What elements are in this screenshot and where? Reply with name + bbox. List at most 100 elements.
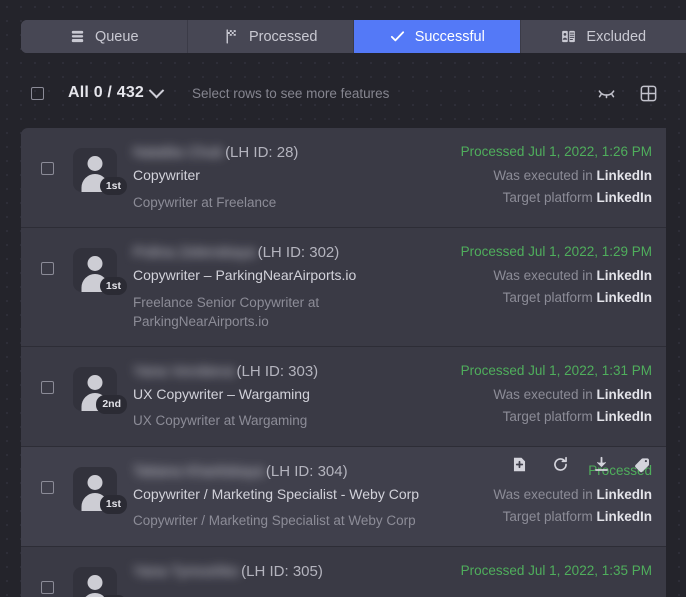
- target-platform-label: Target platform: [502, 190, 593, 205]
- lh-id: (LH ID: 28): [225, 144, 299, 161]
- person-subline: Copywriter / Marketing Specialist at Web…: [133, 513, 416, 529]
- executed-in-label: Was executed in: [493, 486, 593, 502]
- avatar[interactable]: 1st: [73, 466, 127, 514]
- note-plus-icon[interactable]: [510, 455, 529, 474]
- row-checkbox[interactable]: [40, 262, 54, 275]
- executed-in-value: LinkedIn: [596, 386, 652, 402]
- download-icon[interactable]: [592, 455, 611, 474]
- row-main: Yana Tymoshko (LH ID: 305): [117, 561, 436, 586]
- target-platform-value: LinkedIn: [596, 508, 652, 524]
- row-status: Processed Jul 1, 2022, 1:26 PM Was execut…: [436, 142, 666, 212]
- tab-successful[interactable]: Successful: [354, 20, 521, 53]
- toolbar-actions: [596, 83, 658, 103]
- person-headline: Copywriter: [133, 167, 200, 183]
- person-name[interactable]: Yana Tymoshko: [133, 563, 239, 580]
- executed-in-value: LinkedIn: [596, 168, 652, 183]
- tab-processed[interactable]: Processed: [187, 20, 354, 53]
- row-checkbox[interactable]: [40, 480, 54, 494]
- row-status: Processed Jul 1, 2022, 1:35 PM: [436, 561, 666, 587]
- avatar[interactable]: 1st: [73, 566, 127, 597]
- row-main: Yana Vorobeva (LH ID: 303) UX Copywriter –…: [117, 361, 436, 431]
- avatar[interactable]: 1st: [73, 248, 127, 295]
- executed-in: Was executed in LinkedIn: [436, 168, 652, 183]
- select-all-checkbox[interactable]: [31, 86, 44, 100]
- target-platform-label: Target platform: [502, 290, 593, 305]
- row-status: Processed Jul 1, 2022, 1:31 PM Was execut…: [436, 361, 666, 431]
- person-name[interactable]: Tatiana Kharitskaya: [133, 463, 264, 480]
- connection-degree-badge: 2nd: [96, 395, 127, 414]
- person-subline: Freelance Senior Copywriter at ParkingNe…: [133, 294, 320, 330]
- executed-in: Was executed in LinkedIn: [436, 268, 652, 283]
- tab-excluded[interactable]: Excluded: [520, 20, 686, 53]
- target-platform: Target platform LinkedIn: [436, 409, 652, 424]
- flag-icon: [223, 28, 240, 45]
- avatar-placeholder-icon: [73, 566, 117, 597]
- executed-in: Was executed in LinkedIn: [436, 387, 652, 402]
- row-hover-actions: [510, 455, 652, 474]
- row-checkbox-cell: [21, 461, 73, 494]
- row-status: Processed Jul 1, 2022, 1:29 PM Was execut…: [436, 242, 666, 312]
- target-platform-label: Target platform: [502, 508, 593, 524]
- person-subline: Copywriter at Freelance: [133, 194, 277, 210]
- lh-id: (LH ID: 305): [241, 562, 323, 580]
- tab-queue[interactable]: Queue: [21, 20, 188, 53]
- row-checkbox-cell: [21, 242, 73, 275]
- grid-icon[interactable]: [638, 83, 658, 103]
- select-all-dropdown[interactable]: All 0 / 432: [68, 82, 165, 102]
- executed-in-value: LinkedIn: [596, 268, 652, 283]
- connection-degree-badge: 1st: [99, 176, 127, 195]
- processed-timestamp: Processed Jul 1, 2022, 1:26 PM: [460, 144, 652, 159]
- person-subline: UX Copywriter at Wargaming: [133, 413, 308, 429]
- refresh-icon[interactable]: [551, 455, 570, 474]
- target-platform-value: LinkedIn: [596, 408, 652, 424]
- name-line: Nataliia Chub (LH ID: 28): [133, 144, 428, 161]
- person-card-icon: [560, 28, 577, 45]
- target-platform: Target platform LinkedIn: [436, 190, 652, 205]
- list-item[interactable]: 1st Nataliia Chub (LH ID: 28) Copywriter Cop…: [21, 128, 666, 228]
- list-item[interactable]: 1st Yana Tymoshko(LH ID: 305) Processed Ju…: [21, 547, 666, 597]
- row-main: Nataliia Chub (LH ID: 28) Copywriter Copywr…: [117, 142, 436, 212]
- row-checkbox[interactable]: [40, 380, 54, 394]
- target-platform-value: LinkedIn: [596, 190, 652, 205]
- processed-timestamp: Processed Jul 1, 2022, 1:31 PM: [460, 362, 652, 378]
- connection-degree-badge: 1st: [99, 276, 127, 295]
- results-list: 1st Nataliia Chub (LH ID: 28) Copywriter Cop…: [21, 128, 666, 597]
- list-item[interactable]: 2nd Yana Vorobeva (LH ID: 303) UX Copywrite…: [21, 347, 666, 447]
- tab-label: Successful: [414, 28, 485, 45]
- avatar[interactable]: 1st: [73, 148, 127, 195]
- list-item[interactable]: 1st Tatiana Kharitskaya (LH ID: 304) Copywr…: [21, 446, 666, 547]
- check-icon: [389, 28, 406, 45]
- row-checkbox[interactable]: [40, 580, 54, 594]
- lh-id: (LH ID: 302): [257, 244, 340, 261]
- status-tab-bar: Queue Processed Successful Excluded: [21, 20, 686, 53]
- target-platform-label: Target platform: [502, 408, 593, 424]
- executed-in-label: Was executed in: [493, 386, 593, 402]
- name-line: Polina Zelenskaya (LH ID: 302): [133, 244, 428, 261]
- person-name[interactable]: Polina Zelenskaya: [133, 244, 256, 261]
- target-platform: Target platform LinkedIn: [436, 290, 652, 305]
- avatar[interactable]: 2nd: [73, 366, 127, 414]
- row-checkbox[interactable]: [40, 162, 54, 175]
- executed-in-value: LinkedIn: [596, 486, 652, 502]
- tab-label: Excluded: [586, 28, 647, 45]
- person-name[interactable]: Yana Vorobeva: [133, 363, 234, 380]
- executed-in: Was executed in LinkedIn: [436, 487, 652, 502]
- person-headline: Copywriter – ParkingNearAirports.io: [133, 267, 357, 283]
- row-main: Tatiana Kharitskaya (LH ID: 304) Copywrite…: [117, 461, 436, 531]
- target-platform-value: LinkedIn: [596, 290, 652, 305]
- target-platform: Target platform LinkedIn: [436, 509, 652, 524]
- processed-timestamp: Processed Jul 1, 2022, 1:35 PM: [460, 562, 652, 578]
- person-name[interactable]: Nataliia Chub: [133, 144, 223, 161]
- name-line: Tatiana Kharitskaya (LH ID: 304): [133, 463, 428, 480]
- lh-id: (LH ID: 303): [236, 362, 319, 380]
- row-checkbox-cell: [21, 142, 73, 175]
- eye-off-icon[interactable]: [596, 83, 616, 103]
- processed-timestamp: Processed Jul 1, 2022, 1:29 PM: [460, 244, 652, 259]
- list-item[interactable]: 1st Polina Zelenskaya (LH ID: 302) Copywrit…: [21, 228, 666, 347]
- chevron-down-icon: [148, 82, 165, 98]
- tag-icon[interactable]: [633, 455, 652, 474]
- person-headline: UX Copywriter – Wargaming: [133, 385, 310, 402]
- executed-in-label: Was executed in: [493, 168, 593, 183]
- list-toolbar: All 0 / 432 Select rows to see more feat…: [0, 72, 686, 114]
- row-main: Polina Zelenskaya (LH ID: 302) Copywriter …: [117, 242, 436, 332]
